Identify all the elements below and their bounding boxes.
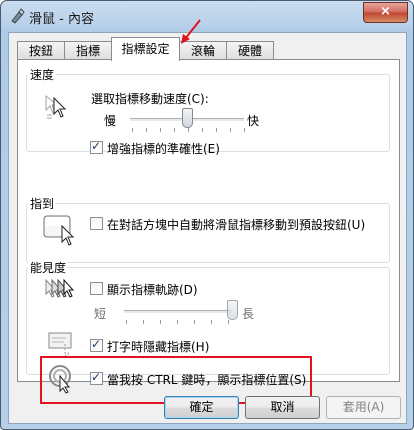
visibility-group-label: 能見度 (28, 259, 69, 276)
trails-tick (194, 320, 195, 324)
snap-to-checkbox[interactable] (90, 217, 103, 230)
annotation-arrow (181, 19, 201, 44)
tab-buttons[interactable]: 按鈕 (17, 41, 65, 60)
trails-tick (228, 320, 229, 324)
trails-tick (126, 320, 127, 324)
window-title: 滑鼠 - 內容 (29, 12, 94, 27)
speed-tick (216, 128, 217, 132)
speed-tick (132, 128, 133, 132)
tab-hardware[interactable]: 硬體 (226, 41, 274, 60)
tab-pointer-options[interactable]: 指標設定 (111, 37, 180, 61)
pointer-trails-checkbox[interactable] (90, 282, 103, 295)
close-button[interactable]: × (363, 2, 408, 23)
title-bar[interactable]: 滑鼠 - 內容 × (1, 1, 413, 31)
hide-while-typing-checkbox[interactable] (90, 337, 103, 352)
ok-button[interactable]: 確定 (164, 396, 239, 419)
hide-while-typing-label: 打字時隱藏指標(H) (107, 340, 210, 354)
trails-slider-thumb[interactable] (227, 300, 238, 320)
snap-to-label: 在對話方塊中自動將滑鼠指標移動到預設按鈕(U) (107, 218, 366, 232)
trails-slider-track[interactable] (124, 310, 232, 314)
speed-slow-label: 慢 (104, 114, 117, 128)
speed-tick (174, 128, 175, 132)
dialog-window: 滑鼠 - 內容 × 按鈕 指標 指標設定 滾輪 硬體 速度 選取指標移動速度(C… (0, 0, 414, 430)
snap-to-group-label: 指到 (28, 195, 57, 212)
dialog-body: 按鈕 指標 指標設定 滾輪 硬體 速度 選取指標移動速度(C): 慢 快 ✓ 增… (8, 19, 407, 424)
speed-tick (202, 128, 203, 132)
cancel-button[interactable]: 取消 (245, 396, 320, 419)
enhance-precision-label: 增強指標的準確性(E) (107, 142, 220, 156)
speed-tick (188, 128, 189, 132)
trails-tick (160, 320, 161, 324)
speed-tick (230, 128, 231, 132)
tab-pointers[interactable]: 指標 (64, 41, 112, 60)
motion-group-label: 速度 (28, 66, 57, 83)
mouse-icon (11, 8, 25, 24)
speed-tick (160, 128, 161, 132)
close-icon: × (380, 4, 391, 19)
speed-tick (244, 128, 245, 132)
speed-slider-thumb[interactable] (182, 108, 193, 128)
snap-to-group (26, 203, 390, 263)
pointer-speed-icon (45, 94, 67, 119)
tab-panel: 速度 選取指標移動速度(C): 慢 快 增強指標的準確性(E) (17, 59, 400, 404)
trails-long-label: 長 (242, 307, 255, 321)
speed-label: 選取指標移動速度(C): (91, 92, 209, 106)
snap-to-icon (43, 215, 75, 246)
speed-fast-label: 快 (247, 114, 260, 128)
pointer-trails-icon (45, 278, 75, 298)
trails-tick (177, 320, 178, 324)
trails-tick (211, 320, 212, 324)
hide-pointer-icon (48, 332, 72, 358)
speed-tick (146, 128, 147, 132)
pointer-trails-label: 顯示指標軌跡(D) (107, 283, 198, 297)
apply-button[interactable]: 套用(A) (326, 396, 401, 419)
trails-short-label: 短 (94, 307, 107, 321)
trails-tick (143, 320, 144, 324)
enhance-precision-checkbox[interactable] (90, 139, 103, 154)
